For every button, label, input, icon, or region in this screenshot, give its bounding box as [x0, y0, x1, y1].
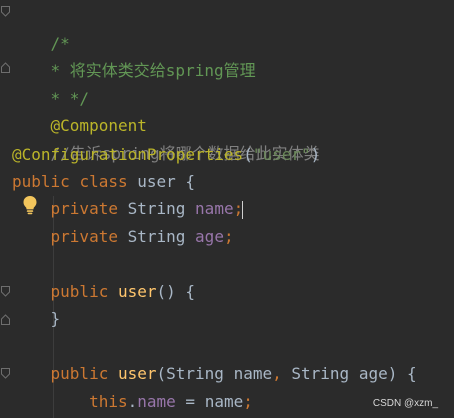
annotation: @ConfigurationProperties: [12, 145, 244, 164]
paren-open: (: [243, 145, 253, 164]
fold-marker-icon[interactable]: [1, 314, 10, 325]
code-line[interactable]: private String name;: [12, 196, 244, 222]
code-line[interactable]: /*: [12, 5, 70, 53]
text-cursor: [242, 200, 244, 219]
field-name: name: [195, 199, 234, 218]
parens: (): [156, 282, 176, 301]
fold-marker-icon[interactable]: [1, 368, 10, 379]
fold-marker-icon[interactable]: [1, 62, 10, 73]
code-line[interactable]: public user(String name, String age) {: [12, 361, 417, 387]
code-line[interactable]: this.name = name;: [12, 389, 253, 415]
code-line[interactable]: * */: [12, 60, 90, 108]
brace: }: [50, 309, 61, 328]
code-editor[interactable]: /* * 将实体类交给spring管理 * */ @Component //告诉…: [0, 0, 454, 418]
code-line[interactable]: //告诉spring将哪个数据给此实体类: [12, 115, 320, 163]
paren-close: ): [387, 364, 398, 383]
dot: .: [127, 392, 138, 411]
fold-marker-icon[interactable]: [1, 286, 10, 297]
type-name: String: [291, 364, 350, 383]
method-name: user: [117, 282, 157, 301]
value: name: [204, 392, 244, 411]
equals: =: [185, 392, 196, 411]
code-line[interactable]: @Component: [12, 87, 147, 135]
semicolon: ;: [243, 392, 253, 411]
brace: {: [407, 364, 417, 383]
semicolon: ;: [223, 227, 234, 246]
keyword-public: public: [50, 282, 109, 301]
field-name: age: [195, 227, 224, 246]
keyword-class: class: [79, 172, 128, 191]
code-line[interactable]: }: [12, 306, 61, 332]
watermark: CSDN @xzm_: [372, 398, 438, 409]
keyword-public: public: [50, 364, 109, 383]
code-line[interactable]: public class user {: [12, 169, 195, 195]
code-line[interactable]: public user() {: [12, 279, 196, 305]
brace: {: [185, 282, 196, 301]
keyword-private: private: [50, 199, 118, 218]
type-name: String: [127, 199, 186, 218]
method-name: user: [117, 364, 157, 383]
type-name: String: [166, 364, 224, 383]
brace: {: [185, 172, 196, 191]
code-line[interactable]: * 将实体类交给spring管理: [12, 32, 256, 80]
string-literal: "user": [252, 145, 311, 164]
param-name: name: [233, 364, 273, 383]
paren-close: ): [310, 145, 321, 164]
type-name: String: [127, 227, 186, 246]
code-line[interactable]: @ConfigurationProperties("user"): [12, 142, 320, 168]
class-name: user: [137, 172, 176, 191]
comma: ,: [272, 364, 282, 383]
param-name: age: [358, 364, 388, 383]
keyword-private: private: [50, 227, 118, 246]
field-name: name: [137, 392, 176, 411]
fold-marker-icon[interactable]: [1, 6, 10, 17]
keyword-public: public: [12, 172, 70, 191]
keyword-this: this: [89, 392, 128, 411]
paren-open: (: [156, 364, 167, 383]
code-line[interactable]: private String age;: [12, 224, 234, 250]
